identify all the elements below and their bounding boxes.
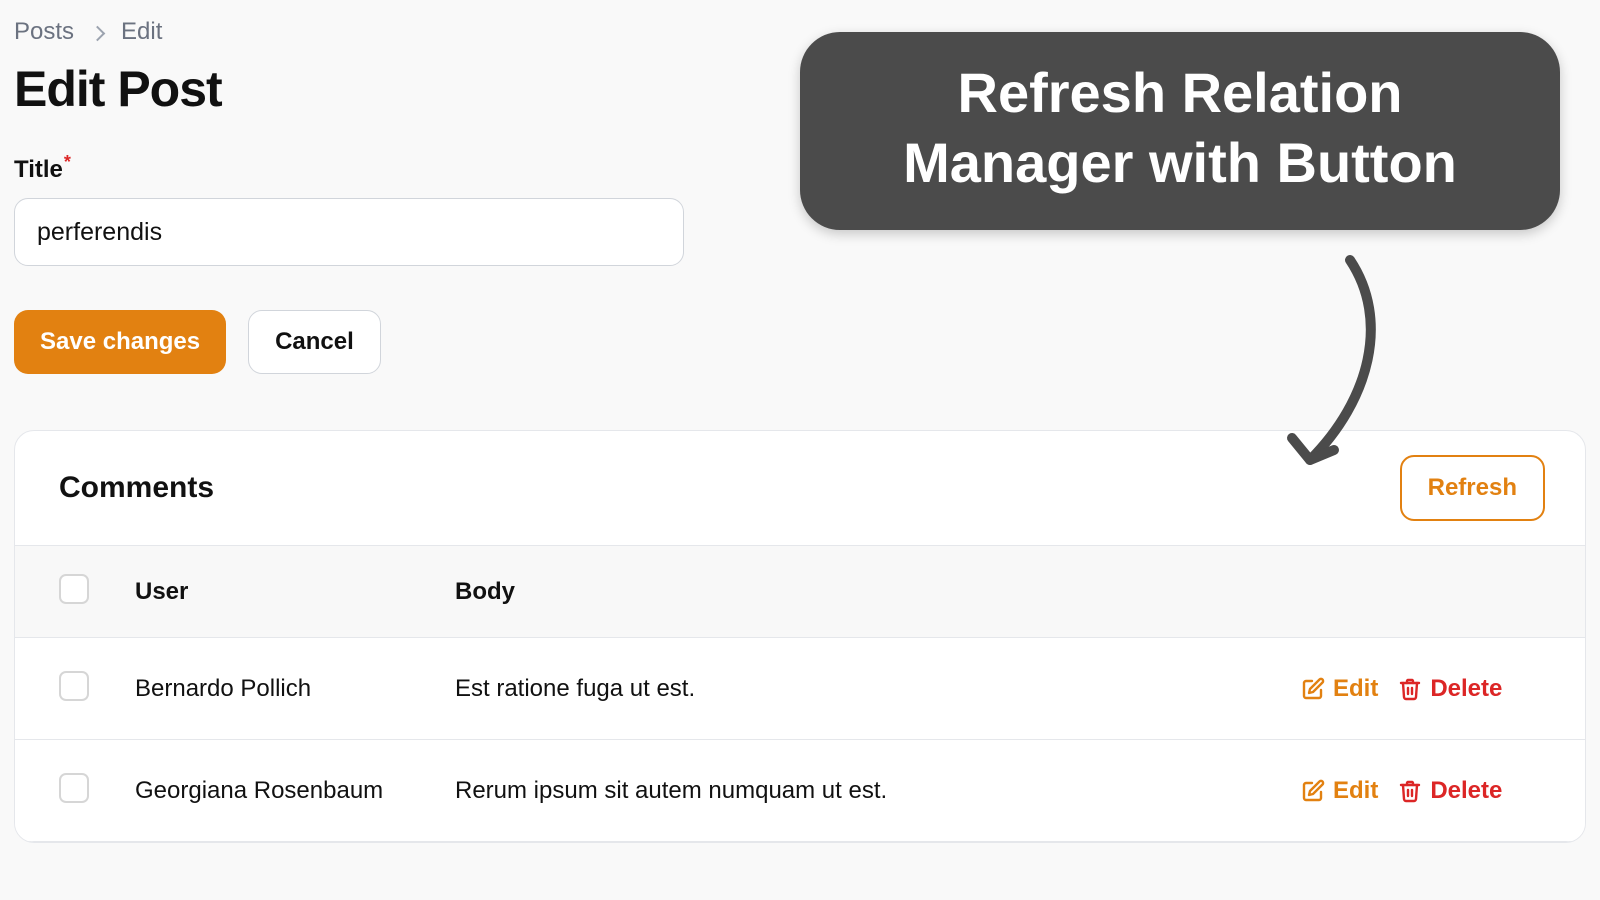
refresh-button[interactable]: Refresh xyxy=(1400,455,1545,521)
column-header-user[interactable]: User xyxy=(135,578,455,606)
cell-user: Georgiana Rosenbaum xyxy=(135,777,455,805)
pencil-icon xyxy=(1301,779,1325,803)
annotation-line1: Refresh Relation xyxy=(840,58,1520,128)
column-header-body[interactable]: Body xyxy=(455,578,1301,606)
comments-panel-header: Comments Refresh xyxy=(15,431,1585,546)
trash-icon xyxy=(1398,677,1422,701)
annotation-line2: Manager with Button xyxy=(840,128,1520,198)
edit-label: Edit xyxy=(1333,675,1378,703)
trash-icon xyxy=(1398,779,1422,803)
delete-label: Delete xyxy=(1430,675,1502,703)
annotation-callout: Refresh Relation Manager with Button xyxy=(800,32,1560,230)
comments-panel: Comments Refresh User Body Bernardo Poll… xyxy=(14,430,1586,843)
chevron-right-icon xyxy=(90,25,106,41)
comments-table-header: User Body xyxy=(15,546,1585,638)
breadcrumb-current: Edit xyxy=(121,18,162,46)
delete-row-button[interactable]: Delete xyxy=(1398,777,1502,805)
select-all-checkbox[interactable] xyxy=(59,574,89,604)
row-checkbox[interactable] xyxy=(59,773,89,803)
edit-label: Edit xyxy=(1333,777,1378,805)
title-label-text: Title xyxy=(14,156,63,183)
comments-panel-title: Comments xyxy=(59,471,214,505)
required-asterisk: * xyxy=(64,152,71,172)
row-checkbox[interactable] xyxy=(59,671,89,701)
delete-row-button[interactable]: Delete xyxy=(1398,675,1502,703)
table-row: Georgiana Rosenbaum Rerum ipsum sit aute… xyxy=(15,740,1585,842)
edit-row-button[interactable]: Edit xyxy=(1301,777,1378,805)
title-input[interactable] xyxy=(14,198,684,266)
cell-user: Bernardo Pollich xyxy=(135,675,455,703)
save-button[interactable]: Save changes xyxy=(14,310,226,374)
cell-body: Rerum ipsum sit autem numquam ut est. xyxy=(455,777,1301,805)
pencil-icon xyxy=(1301,677,1325,701)
form-actions: Save changes Cancel xyxy=(14,310,1586,374)
cell-body: Est ratione fuga ut est. xyxy=(455,675,1301,703)
title-label: Title* xyxy=(14,152,71,184)
cancel-button[interactable]: Cancel xyxy=(248,310,381,374)
table-row: Bernardo Pollich Est ratione fuga ut est… xyxy=(15,638,1585,740)
delete-label: Delete xyxy=(1430,777,1502,805)
edit-row-button[interactable]: Edit xyxy=(1301,675,1378,703)
breadcrumb-root[interactable]: Posts xyxy=(14,18,74,46)
